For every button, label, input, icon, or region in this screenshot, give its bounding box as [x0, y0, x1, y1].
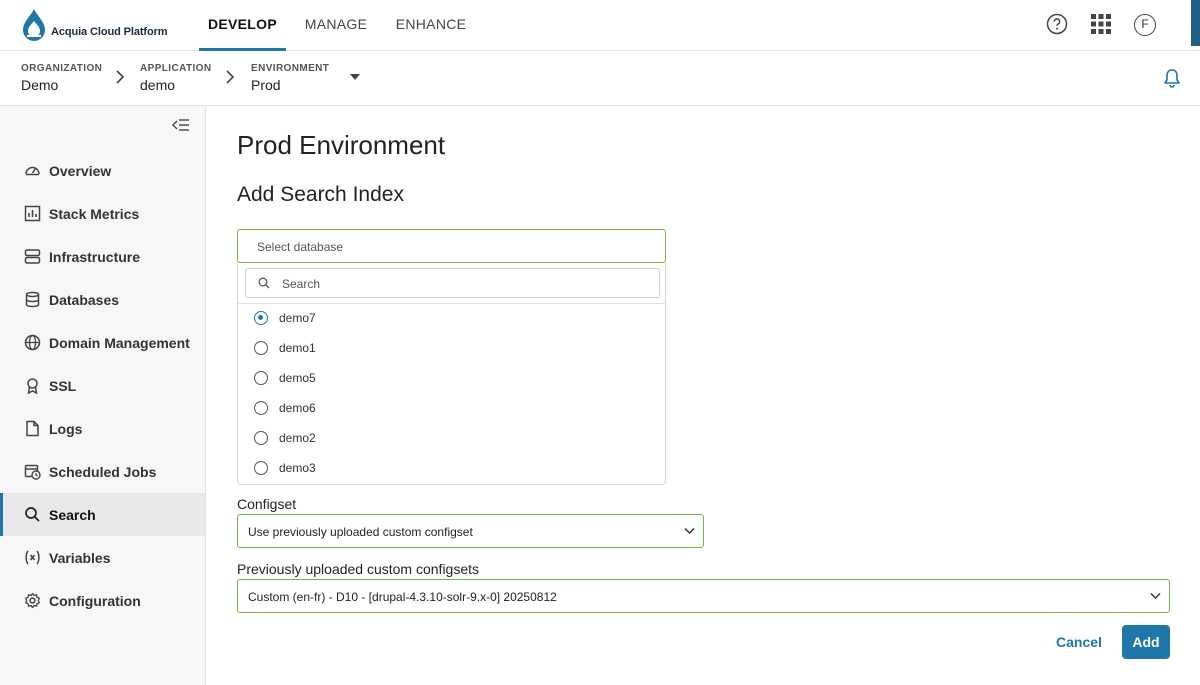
sidebar-item-label: Logs — [49, 420, 83, 437]
database-option-demo3[interactable]: demo3 — [254, 458, 316, 478]
option-label: demo3 — [279, 461, 316, 475]
radio[interactable] — [254, 461, 268, 475]
database-dropdown: Search demo7 demo1 demo5 demo6 demo2 dem… — [237, 263, 666, 485]
chevron-right-icon — [116, 70, 125, 84]
sidebar-item-infrastructure[interactable]: Infrastructure — [0, 235, 205, 278]
file-icon — [26, 420, 39, 437]
caret-down-icon[interactable] — [350, 74, 360, 80]
sidebar-item-logs[interactable]: Logs — [0, 407, 205, 450]
sidebar-item-stack-metrics[interactable]: Stack Metrics — [0, 192, 205, 235]
sidebar-item-label: Stack Metrics — [49, 205, 140, 222]
database-option-demo7[interactable]: demo7 — [254, 308, 316, 328]
sidebar-item-databases[interactable]: Databases — [0, 278, 205, 321]
configset-select[interactable]: Use previously uploaded custom configset — [237, 514, 704, 548]
sidebar-item-label: Variables — [49, 549, 111, 566]
database-search-input[interactable]: Search — [245, 268, 660, 298]
sidebar-item-label: Search — [49, 506, 96, 523]
configset-label: Configset — [237, 496, 297, 512]
tab-develop[interactable]: DEVELOP — [199, 0, 286, 51]
database-option-demo1[interactable]: demo1 — [254, 338, 316, 358]
option-label: demo2 — [279, 431, 316, 445]
sidebar-item-ssl[interactable]: SSL — [0, 364, 205, 407]
breadcrumb-value: Prod — [251, 77, 281, 93]
custom-configset-value: Custom (en-fr) - D10 - [drupal-4.3.10-so… — [248, 590, 557, 604]
acquia-drop-icon — [23, 9, 45, 41]
custom-configsets-select[interactable]: Custom (en-fr) - D10 - [drupal-4.3.10-so… — [237, 579, 1170, 613]
gauge-icon — [25, 166, 40, 176]
panel-edge — [1191, 0, 1200, 46]
cancel-button[interactable]: Cancel — [1051, 629, 1107, 655]
breadcrumb-label: APPLICATION — [140, 63, 212, 74]
sidebar-item-variables[interactable]: Variables — [0, 536, 205, 579]
help-icon[interactable] — [1046, 13, 1068, 35]
breadcrumb-label: ENVIRONMENT — [251, 63, 330, 74]
sidebar-item-overview[interactable]: Overview — [0, 149, 205, 192]
chevron-down-icon — [684, 527, 695, 535]
option-label: demo7 — [279, 311, 316, 325]
option-label: demo5 — [279, 371, 316, 385]
sidebar-item-label: Domain Management — [49, 334, 190, 351]
section-title: Add Search Index — [237, 183, 404, 206]
sidebar-item-domain-management[interactable]: Domain Management — [0, 321, 205, 364]
database-select[interactable]: Select database — [237, 229, 666, 263]
bell-icon[interactable] — [1163, 68, 1181, 88]
radio-selected[interactable] — [254, 311, 268, 325]
brand-logo[interactable]: Acquia Cloud Platform — [20, 8, 168, 44]
sidebar: Overview Stack Metrics Infrastructure Da… — [0, 106, 206, 685]
breadcrumb-value: Demo — [21, 77, 59, 93]
option-label: demo6 — [279, 401, 316, 415]
breadcrumb: ORGANIZATION Demo APPLICATION demo ENVIR… — [0, 51, 1200, 106]
server-icon — [24, 249, 41, 264]
certificate-icon — [27, 378, 38, 394]
add-button[interactable]: Add — [1122, 625, 1170, 659]
sidebar-item-search[interactable]: Search — [0, 493, 205, 536]
option-label: demo1 — [279, 341, 316, 355]
radio[interactable] — [254, 401, 268, 415]
gear-icon — [25, 592, 40, 609]
database-option-demo2[interactable]: demo2 — [254, 428, 316, 448]
sidebar-item-label: Overview — [49, 162, 112, 179]
variable-icon — [25, 550, 40, 565]
sidebar-item-scheduled-jobs[interactable]: Scheduled Jobs — [0, 450, 205, 493]
brand-name: Acquia Cloud Platform — [51, 26, 168, 38]
radio[interactable] — [254, 431, 268, 445]
breadcrumb-application[interactable]: APPLICATION demo — [140, 63, 211, 93]
search-placeholder: Search — [282, 277, 321, 291]
sidebar-item-label: SSL — [49, 377, 77, 394]
database-option-demo6[interactable]: demo6 — [254, 398, 316, 418]
chevron-right-icon — [226, 70, 235, 84]
breadcrumb-label: ORGANIZATION — [21, 63, 103, 74]
collapse-sidebar-icon[interactable] — [172, 118, 190, 132]
divider — [238, 303, 665, 304]
breadcrumb-organization[interactable]: ORGANIZATION Demo — [21, 63, 102, 93]
page-title: Prod Environment — [237, 130, 446, 160]
chart-icon — [24, 205, 41, 222]
configset-value: Use previously uploaded custom configset — [248, 525, 473, 539]
sidebar-item-label: Databases — [49, 291, 120, 308]
sidebar-item-label: Configuration — [49, 592, 141, 609]
sidebar-item-label: Infrastructure — [49, 248, 141, 265]
breadcrumb-value: demo — [140, 77, 176, 93]
sidebar-item-label: Scheduled Jobs — [49, 463, 157, 480]
tab-enhance[interactable]: ENHANCE — [388, 0, 474, 51]
chevron-down-icon — [1150, 592, 1161, 600]
app-grid-icon[interactable] — [1090, 13, 1112, 35]
breadcrumb-environment[interactable]: ENVIRONMENT Prod — [251, 63, 329, 93]
sidebar-item-configuration[interactable]: Configuration — [0, 579, 205, 622]
database-icon — [25, 291, 40, 308]
tab-manage[interactable]: MANAGE — [298, 0, 374, 51]
user-avatar[interactable]: F — [1134, 14, 1156, 36]
custom-configsets-label: Previously uploaded custom configsets — [237, 561, 480, 577]
globe-icon — [24, 334, 41, 351]
radio[interactable] — [254, 371, 268, 385]
database-option-demo5[interactable]: demo5 — [254, 368, 316, 388]
radio[interactable] — [254, 341, 268, 355]
search-icon — [258, 277, 270, 289]
calendar-clock-icon — [24, 464, 41, 480]
top-header: Acquia Cloud Platform DEVELOP MANAGE ENH… — [0, 0, 1200, 51]
search-icon — [25, 507, 40, 522]
